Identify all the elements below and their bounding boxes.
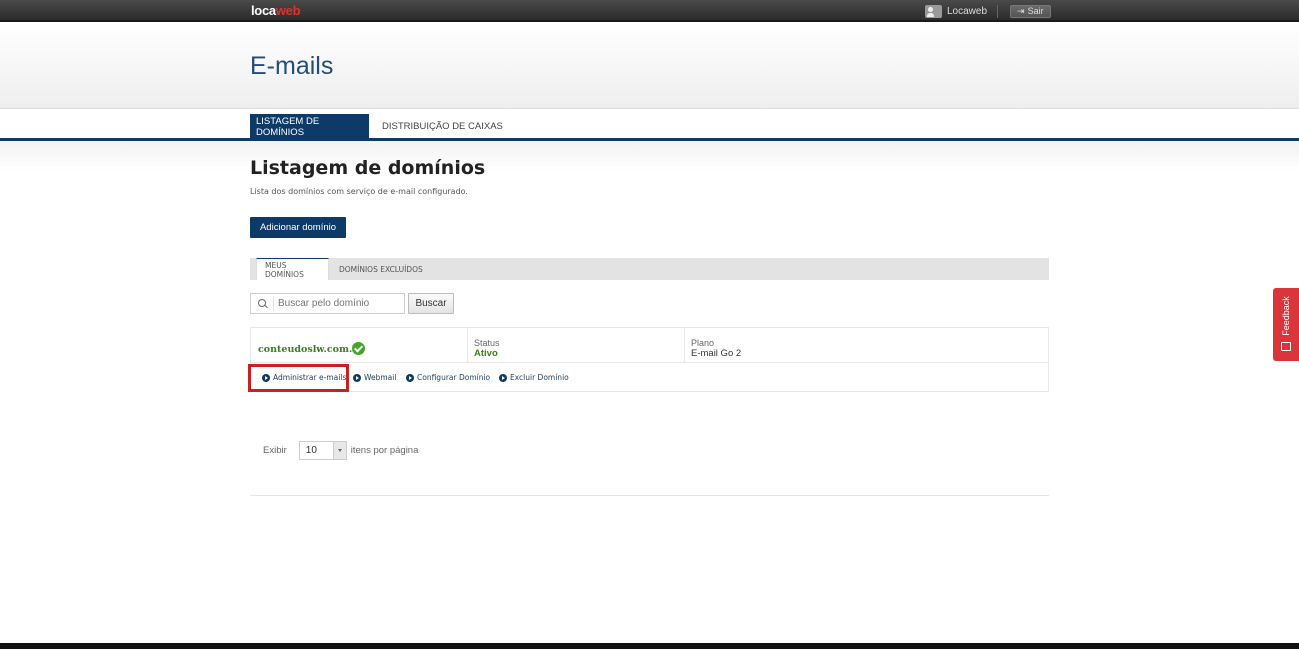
section-subtitle: Lista dos domínios com serviço de e-mail… xyxy=(250,187,468,196)
arrow-right-icon xyxy=(406,373,414,382)
status-value: Ativo xyxy=(474,348,498,359)
domain-actions: Administrar e-mails Webmail Configurar D… xyxy=(251,364,1048,392)
tab-distribuicao-de-caixas[interactable]: DISTRIBUIÇÃO DE CAIXAS xyxy=(376,114,509,139)
chevron-down-icon[interactable] xyxy=(332,442,346,459)
domain-name[interactable]: conteudoslw.com.br xyxy=(258,344,364,355)
domain-cell: conteudoslw.com.br xyxy=(251,328,468,363)
tab-listagem-de-dominios[interactable]: LISTAGEM DE DOMÍNIOS xyxy=(250,114,369,139)
user-icon xyxy=(925,4,942,18)
subtab-dominios-excluidos[interactable]: DOMÍNIOS EXCLUÍDOS xyxy=(331,258,431,280)
domain-info-row: conteudoslw.com.br Status Ativo Plano E-… xyxy=(251,328,1048,363)
plan-label: Plano xyxy=(691,338,715,348)
page-title: E-mails xyxy=(250,52,334,80)
pagination-control: Exibir 10 itens por página xyxy=(263,441,418,460)
status-cell: Status Ativo xyxy=(468,328,685,363)
plan-value: E-mail Go 2 xyxy=(691,348,742,359)
feedback-icon xyxy=(1281,342,1291,351)
domain-row: conteudoslw.com.br Status Ativo Plano E-… xyxy=(250,327,1049,392)
feedback-button[interactable]: Feedback xyxy=(1273,288,1299,361)
webmail-link[interactable]: Webmail xyxy=(353,373,396,382)
check-icon xyxy=(352,342,365,355)
content-gradient xyxy=(0,141,1299,171)
section-title: Listagem de domínios xyxy=(250,157,486,179)
status-label: Status xyxy=(474,338,500,348)
pager-suffix-label: itens por página xyxy=(350,445,419,456)
search-input[interactable] xyxy=(273,296,399,311)
configurar-dominio-link[interactable]: Configurar Domínio xyxy=(406,373,490,382)
domain-subtabs: MEUS DOMÍNIOS DOMÍNIOS EXCLUÍDOS xyxy=(250,258,1049,286)
plan-cell: Plano E-mail Go 2 xyxy=(685,328,1048,363)
active-tab-pointer xyxy=(295,281,305,286)
page-header: E-mails xyxy=(0,24,1299,109)
divider xyxy=(997,4,999,18)
exit-icon: ⇥ xyxy=(1017,5,1025,16)
subtab-meus-dominios[interactable]: MEUS DOMÍNIOS xyxy=(256,258,329,286)
locaweb-logo[interactable]: locaweb xyxy=(251,3,301,18)
per-page-value: 10 xyxy=(305,445,317,456)
feedback-label: Feedback xyxy=(1281,296,1291,336)
search-box xyxy=(250,293,405,314)
logout-button[interactable]: ⇥ Sair xyxy=(1010,4,1051,18)
search-button[interactable]: Buscar xyxy=(408,293,454,314)
footer-bar xyxy=(0,643,1299,649)
excluir-dominio-link[interactable]: Excluir Domínio xyxy=(499,373,569,382)
highlight-box xyxy=(248,364,349,392)
per-page-select[interactable]: 10 xyxy=(298,441,347,460)
arrow-right-icon xyxy=(353,373,361,382)
arrow-right-icon xyxy=(499,373,507,382)
content-divider xyxy=(250,495,1049,496)
user-area: Locaweb ⇥ Sair xyxy=(925,4,1051,18)
user-name[interactable]: Locaweb xyxy=(947,6,987,17)
search-icon xyxy=(251,294,273,313)
top-bar: locaweb Locaweb ⇥ Sair xyxy=(0,0,1299,22)
pager-show-label: Exibir xyxy=(263,445,287,456)
main-nav: LISTAGEM DE DOMÍNIOS DISTRIBUIÇÃO DE CAI… xyxy=(0,112,1299,141)
add-domain-button[interactable]: Adicionar domínio xyxy=(250,217,346,238)
